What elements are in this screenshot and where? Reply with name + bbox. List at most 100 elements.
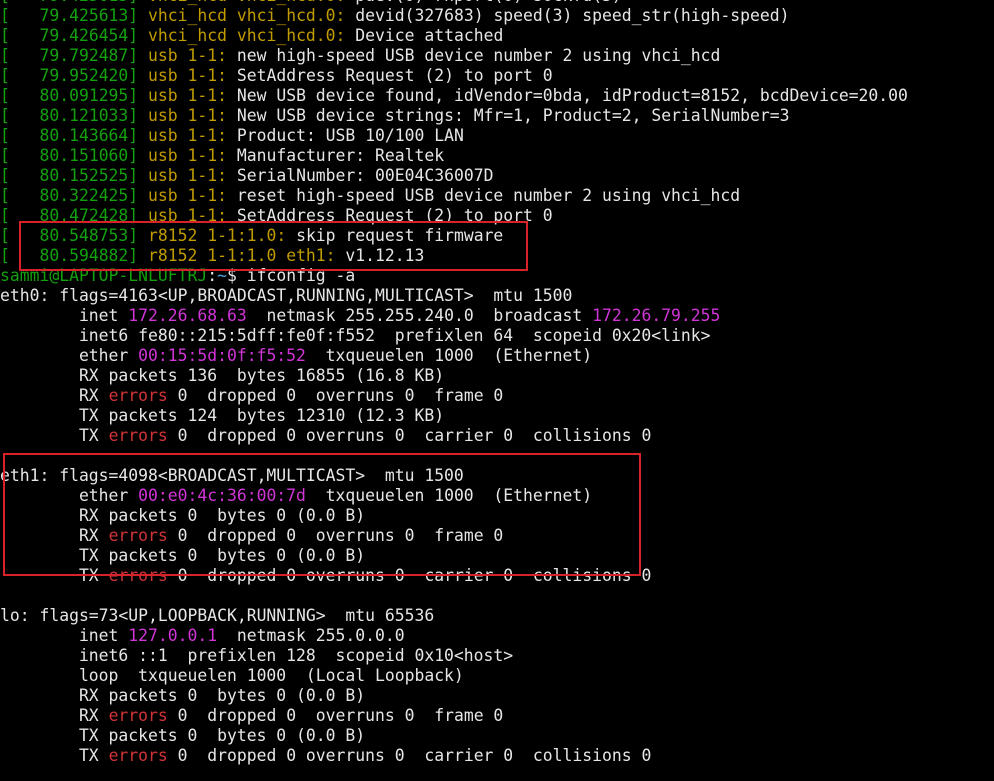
terminal-text-segment: 80.121033: [39, 106, 129, 125]
terminal-text-segment: ~: [217, 266, 227, 285]
terminal-text-segment: ]: [128, 206, 149, 225]
terminal-text-segment: Device attached: [345, 26, 504, 45]
terminal-line: [ 79.426454] vhci_hcd vhci_hcd.0: Device…: [0, 26, 994, 46]
terminal-text-segment: errors: [108, 566, 168, 585]
terminal-line: [ 80.322425] usb 1-1: reset high-speed U…: [0, 186, 994, 206]
terminal-text-segment: pdev(0) rhport(0) sockfd(3): [345, 0, 621, 5]
terminal-line: [ 80.152525] usb 1-1: SerialNumber: 00E0…: [0, 166, 994, 186]
terminal-line: RX packets 0 bytes 0 (0.0 B): [0, 686, 994, 706]
terminal-text-segment: inet6 fe80::215:5dff:fe0f:f552 prefixlen…: [0, 326, 711, 345]
terminal-text-segment: New USB device strings: Mfr=1, Product=2…: [227, 106, 790, 125]
terminal-text-segment: RX: [0, 706, 109, 725]
terminal-text-segment: errors: [108, 386, 168, 405]
terminal-text-segment: 0 dropped 0 overruns 0 carrier 0 collisi…: [167, 746, 652, 765]
terminal-text-segment: New USB device found, idVendor=0bda, idP…: [227, 86, 908, 105]
terminal-text-segment: ether: [0, 486, 139, 505]
terminal-text-segment: usb 1-1:: [148, 166, 227, 185]
terminal-text-segment: usb 1-1:: [148, 186, 227, 205]
terminal-text-segment: RX: [0, 386, 109, 405]
terminal-line: ether 00:e0:4c:36:00:7d txqueuelen 1000 …: [0, 486, 994, 506]
terminal-text-segment: [: [0, 186, 40, 205]
terminal-text-segment: new high-speed USB device number 2 using…: [227, 46, 721, 65]
terminal-text-segment: TX: [0, 746, 109, 765]
terminal-text-segment: $: [226, 266, 247, 285]
terminal-line: RX errors 0 dropped 0 overruns 0 frame 0: [0, 526, 994, 546]
terminal-text-segment: ]: [128, 126, 149, 145]
terminal-text-segment: vhci_hcd vhci_hcd.0:: [148, 26, 346, 45]
terminal-line: TX errors 0 dropped 0 overruns 0 carrier…: [0, 426, 994, 446]
terminal-line: RX packets 136 bytes 16855 (16.8 KB): [0, 366, 994, 386]
terminal-text-segment: errors: [108, 746, 168, 765]
terminal-text-segment: 80.548753: [39, 226, 129, 245]
terminal-text-segment: RX: [0, 526, 109, 545]
terminal-text-segment: TX: [0, 566, 109, 585]
terminal-text-segment: sammi@LAPTOP-LNLUFTRJ: [0, 266, 208, 285]
terminal-text-segment: devid(327683) speed(3) speed_str(high-sp…: [345, 6, 790, 25]
terminal-text-segment: RX packets 136 bytes 16855 (16.8 KB): [0, 366, 445, 385]
terminal-text-segment: Manufacturer: Realtek: [227, 146, 445, 165]
terminal-text-segment: [: [0, 246, 40, 265]
terminal-text-segment: 80.472428: [39, 206, 129, 225]
terminal-text-segment: [: [0, 0, 39, 5]
terminal-text-segment: 79.425613: [39, 6, 129, 25]
terminal-text-segment: ]: [128, 66, 149, 85]
terminal-text-segment: netmask 255.0.0.0: [217, 626, 405, 645]
terminal-text-segment: 80.322425: [39, 186, 129, 205]
terminal-text-segment: Product: USB 10/100 LAN: [227, 126, 464, 145]
terminal-line: TX packets 0 bytes 0 (0.0 B): [0, 726, 994, 746]
terminal-text-segment: :: [207, 266, 218, 285]
terminal-text-segment: txqueuelen 1000 (Ethernet): [305, 346, 593, 365]
terminal-text-segment: ]: [128, 26, 149, 45]
terminal-line: inet6 fe80::215:5dff:fe0f:f552 prefixlen…: [0, 326, 994, 346]
terminal-text-segment: ]: [128, 226, 149, 245]
terminal-text-segment: ]: [128, 46, 149, 65]
terminal-line: eth0: flags=4163<UP,BROADCAST,RUNNING,MU…: [0, 286, 994, 306]
terminal-text-segment: v1.12.13: [335, 246, 425, 265]
terminal-line: [ 80.472428] usb 1-1: SetAddress Request…: [0, 206, 994, 226]
terminal-line: RX packets 0 bytes 0 (0.0 B): [0, 506, 994, 526]
terminal-text-segment: usb 1-1:: [148, 206, 227, 225]
terminal-text-segment: eth0: flags=4163<UP,BROADCAST,RUNNING,MU…: [0, 286, 573, 305]
terminal-text-segment: 80.143664: [39, 126, 129, 145]
terminal-text-segment: 80.152525: [39, 166, 129, 185]
terminal-text-segment: 79.425613: [39, 0, 128, 5]
terminal-text-segment: skip request firmware: [286, 226, 504, 245]
terminal-line: sammi@LAPTOP-LNLUFTRJ:~$ ifconfig -a: [0, 266, 994, 286]
terminal-text-segment: usb 1-1:: [148, 46, 227, 65]
terminal-text-segment: TX packets 0 bytes 0 (0.0 B): [0, 546, 366, 565]
terminal-text-segment: 00:15:5d:0f:f5:52: [138, 346, 306, 365]
terminal-text-segment: inet: [0, 626, 129, 645]
terminal-line: TX errors 0 dropped 0 overruns 0 carrier…: [0, 566, 994, 586]
terminal-text-segment: 0 dropped 0 overruns 0 frame 0: [167, 706, 504, 725]
terminal-text-segment: ifconfig -a: [246, 266, 356, 285]
terminal-text-segment: errors: [108, 526, 168, 545]
terminal-text-segment: 79.792487: [39, 46, 129, 65]
terminal-text-segment: SetAddress Request (2) to port 0: [227, 66, 553, 85]
terminal-text-segment: ether: [0, 346, 139, 365]
terminal-line: [ 80.091295] usb 1-1: New USB device fou…: [0, 86, 994, 106]
terminal-text-segment: usb 1-1:: [148, 86, 227, 105]
terminal-text-segment: ]: [128, 186, 149, 205]
terminal-text-segment: ]: [128, 0, 148, 5]
terminal-text-segment: 80.091295: [39, 86, 129, 105]
terminal-text-segment: 127.0.0.1: [128, 626, 218, 645]
terminal-text-segment: SerialNumber: 00E04C36007D: [227, 166, 494, 185]
terminal-line: [ 80.121033] usb 1-1: New USB device str…: [0, 106, 994, 126]
terminal-text-segment: ]: [128, 86, 149, 105]
terminal-line: TX errors 0 dropped 0 overruns 0 carrier…: [0, 746, 994, 766]
terminal-text-segment: r8152 1-1:1.0:: [148, 226, 287, 245]
terminal-text-segment: 80.594882: [39, 246, 129, 265]
terminal-output[interactable]: [ 79.425613] vhci_hcd vhci_hcd.0: pdev(0…: [0, 0, 994, 766]
terminal-text-segment: [: [0, 6, 40, 25]
terminal-line: [ 80.151060] usb 1-1: Manufacturer: Real…: [0, 146, 994, 166]
terminal-text-segment: errors: [108, 706, 168, 725]
terminal-text-segment: [: [0, 26, 40, 45]
terminal-line: inet6 ::1 prefixlen 128 scopeid 0x10<hos…: [0, 646, 994, 666]
terminal-line: eth1: flags=4098<BROADCAST,MULTICAST> mt…: [0, 466, 994, 486]
terminal-line: [ 80.143664] usb 1-1: Product: USB 10/10…: [0, 126, 994, 146]
terminal-line: ether 00:15:5d:0f:f5:52 txqueuelen 1000 …: [0, 346, 994, 366]
terminal-text-segment: errors: [108, 426, 168, 445]
terminal-text-segment: txqueuelen 1000 (Ethernet): [305, 486, 593, 505]
